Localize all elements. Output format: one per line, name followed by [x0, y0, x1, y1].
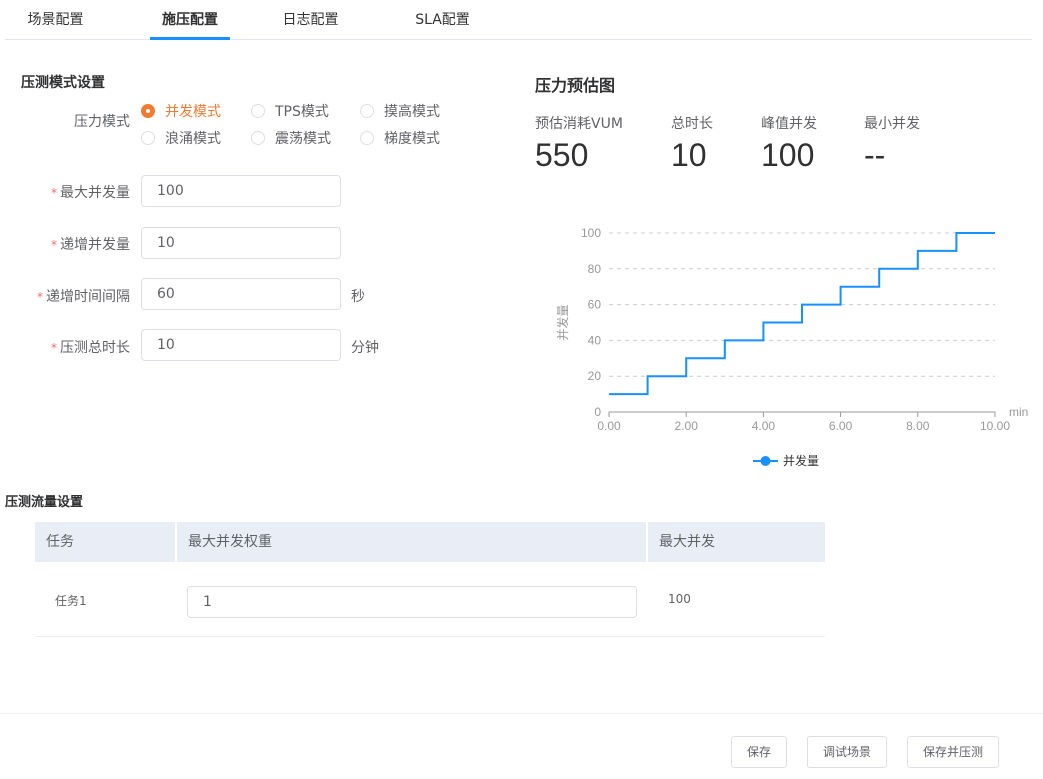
y-tick-label: 0: [594, 405, 601, 419]
save-and-run-button[interactable]: 保存并压测: [907, 736, 999, 768]
stat-vum-value: 550: [535, 137, 589, 173]
legend-label: 并发量: [783, 453, 819, 468]
radio-label: 并发模式: [165, 104, 221, 120]
pressure-mode-section-title: 压测模式设置: [21, 75, 105, 91]
y-tick-label: 20: [588, 369, 602, 383]
y-tick-label: 80: [588, 262, 602, 276]
stat-duration-label: 总时长: [671, 116, 713, 132]
save-button[interactable]: 保存: [731, 736, 787, 768]
radio-oscillation-mode[interactable]: 震荡模式: [251, 128, 331, 148]
duration-unit: 分钟: [351, 340, 379, 356]
x-tick-label: 2.00: [675, 419, 699, 433]
required-mark: *: [51, 186, 57, 200]
radio-tps-mode[interactable]: TPS模式: [251, 101, 329, 121]
radio-gradient-mode[interactable]: 梯度模式: [360, 128, 440, 148]
total-duration-input[interactable]: [141, 329, 341, 361]
max-concurrency-input[interactable]: [141, 175, 341, 207]
pressure-mode-label: 压力模式: [74, 114, 130, 130]
active-tab-indicator: [150, 37, 230, 40]
x-tick-label: 0.00: [597, 419, 621, 433]
radio-label: 梯度模式: [384, 131, 440, 147]
chart-svg: 0 20 40 60 80 100 0.00 2.00 4.00 6.00 8.00 10.00min…: [555, 226, 1028, 468]
y-axis-label: 并发量: [555, 304, 570, 340]
radio-dot: [360, 131, 374, 145]
estimate-title: 压力预估图: [535, 76, 616, 95]
increment-interval-input[interactable]: [141, 278, 341, 310]
required-mark: *: [51, 341, 57, 355]
y-tick-label: 60: [588, 298, 602, 312]
radio-dot: [141, 104, 155, 118]
max-concurrency-label: * 最大并发量: [51, 185, 130, 201]
column-max: 最大并发: [659, 534, 715, 550]
radio-label: 摸高模式: [384, 104, 440, 120]
stat-vum-label: 预估消耗VUM: [535, 116, 623, 132]
stat-min-label: 最小并发: [864, 116, 920, 132]
radio-label: 浪涌模式: [165, 131, 221, 147]
required-mark: *: [37, 290, 43, 304]
series-line-concurrency: [609, 232, 995, 396]
tab-scene-config[interactable]: 场景配置: [13, 0, 98, 40]
traffic-section-title: 压测流量设置: [5, 495, 84, 510]
tab-sla-config[interactable]: SLA配置: [395, 0, 490, 40]
y-tick-label: 40: [588, 333, 602, 347]
column-task: 任务: [35, 522, 177, 562]
stat-peak-label: 峰值并发: [761, 116, 817, 132]
radio-surge-mode[interactable]: 浪涌模式: [141, 128, 221, 148]
radio-dot: [360, 104, 374, 118]
x-tick-label: 6.00: [829, 419, 853, 433]
table-header: 任务 最大并发权重 最大并发: [35, 522, 825, 562]
stat-peak-value: 100: [761, 137, 815, 173]
weight-input[interactable]: [187, 586, 637, 618]
task-name-cell: 任务1: [55, 594, 87, 608]
debug-scene-button[interactable]: 调试场景: [807, 736, 887, 768]
required-mark: *: [51, 238, 57, 252]
footer-bar: 保存 调试场景 保存并压测: [0, 713, 1043, 779]
radio-dot: [251, 104, 265, 118]
radio-peak-mode[interactable]: 摸高模式: [360, 101, 440, 121]
increment-interval-label: * 递增时间间隔: [37, 289, 130, 305]
tab-bar: 场景配置 施压配置 日志配置 SLA配置: [5, 0, 1032, 40]
x-tick-label: 8.00: [906, 419, 930, 433]
traffic-table: 任务 最大并发权重 最大并发 任务1 100: [35, 522, 825, 637]
radio-dot: [141, 131, 155, 145]
increment-concurrency-label: * 递增并发量: [51, 237, 130, 253]
pressure-estimate-chart: 0 20 40 60 80 100 0.00 2.00 4.00 6.00 8.00 10.00 min…: [540, 200, 1030, 480]
max-concurrency-cell: 100: [668, 592, 691, 606]
x-tick-label: 10.00: [980, 419, 1010, 433]
x-tick-label: 4.00: [752, 419, 776, 433]
stat-duration-value: 10: [671, 137, 707, 173]
stat-min-value: --: [864, 137, 886, 173]
legend-marker: [760, 456, 771, 466]
radio-label: TPS模式: [275, 104, 329, 120]
tab-pressure-config[interactable]: 施压配置: [145, 0, 235, 40]
column-weight: 最大并发权重: [177, 522, 648, 562]
radio-dot: [251, 131, 265, 145]
tab-log-config[interactable]: 日志配置: [263, 0, 358, 40]
radio-label: 震荡模式: [275, 131, 331, 147]
increment-concurrency-input[interactable]: [141, 227, 341, 259]
radio-concurrency-mode[interactable]: 并发模式: [141, 101, 221, 121]
table-row: 任务1 100: [35, 562, 825, 637]
x-axis-label: min: [1009, 405, 1028, 419]
y-tick-label: 100: [581, 226, 601, 240]
total-duration-label: * 压测总时长: [51, 340, 130, 356]
interval-unit: 秒: [351, 289, 365, 305]
